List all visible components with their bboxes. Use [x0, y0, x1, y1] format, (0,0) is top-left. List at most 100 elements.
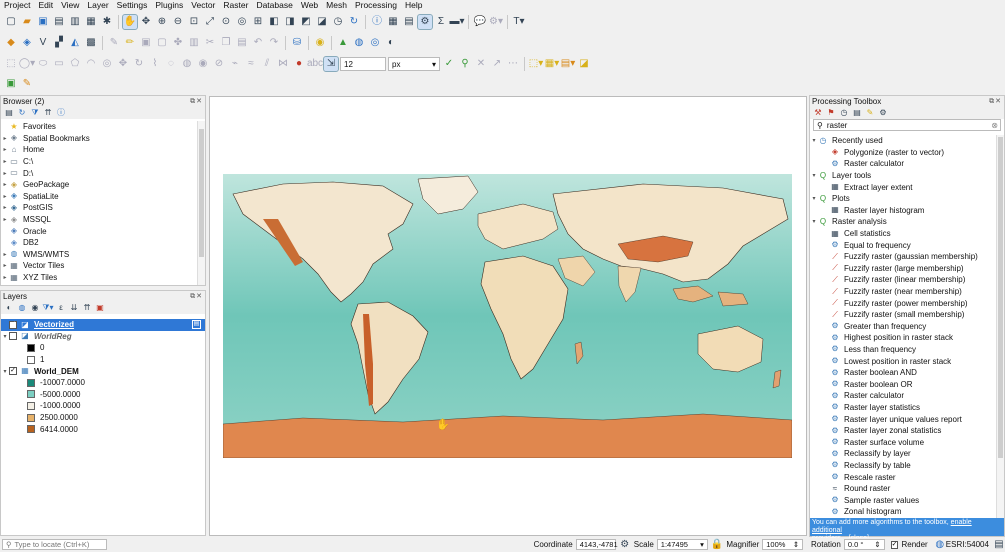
browser-item[interactable]: ◈ DB2	[1, 237, 197, 249]
python-icon[interactable]: ◉	[313, 36, 327, 50]
browser-item[interactable]: ▸ ▭ C:\	[1, 156, 197, 168]
browser-item[interactable]: ▸ ◈ PostGIS	[1, 202, 197, 214]
menu-help[interactable]: Help	[401, 0, 426, 11]
rectangle-icon[interactable]: ▭	[52, 57, 66, 71]
toolbox-algorithm[interactable]: ⚙ Highest position in raster stack	[810, 332, 996, 344]
remove-layer-icon[interactable]: ▣	[95, 303, 105, 313]
circle-icon[interactable]: ◯▾	[19, 57, 35, 71]
pan-icon[interactable]: ✋	[122, 14, 138, 30]
rotation-field[interactable]: 0.0 ° ⇕	[843, 539, 885, 550]
zoom-last-icon[interactable]: ◧	[267, 15, 281, 29]
expand-arrow-icon[interactable]: ▾	[810, 137, 818, 144]
zoom-full-icon[interactable]: ⤢	[203, 15, 217, 29]
style-manager-icon[interactable]: ✱	[100, 15, 114, 29]
toolbox-algorithm[interactable]: ⟋ Fuzzify raster (power membership)	[810, 297, 996, 309]
data-source-manager-icon[interactable]: ◆	[4, 36, 18, 50]
web-icon[interactable]: ◐	[384, 36, 398, 50]
menu-settings[interactable]: Settings	[113, 0, 152, 11]
open-project-icon[interactable]: ▰	[20, 15, 34, 29]
toolbox-algorithm[interactable]: ▦ Raster layer histogram	[810, 205, 996, 217]
save-edits-icon[interactable]: ▣	[139, 36, 153, 50]
properties-icon[interactable]: ⓘ	[56, 108, 66, 118]
menu-processing[interactable]: Processing	[351, 0, 401, 11]
crs-label[interactable]: ESRI:54004	[946, 540, 989, 549]
models-icon[interactable]: ⚒	[813, 108, 823, 118]
browser-scrollbar[interactable]	[197, 121, 205, 285]
results-viewer-icon[interactable]: ▤	[852, 108, 862, 118]
expand-arrow-icon[interactable]: ▾	[1, 333, 9, 340]
panel-float-close-icon[interactable]: ⧉✕	[190, 97, 203, 106]
toolbox-algorithm[interactable]: ⟋ Fuzzify raster (gaussian membership)	[810, 251, 996, 263]
map-tips-icon[interactable]: 💬	[473, 15, 487, 29]
delete-feature-icon[interactable]: ▥	[187, 36, 201, 50]
toolbox-group[interactable]: ▾ Q Raster analysis	[810, 216, 996, 228]
expand-arrow-icon[interactable]: ▸	[1, 251, 9, 258]
expand-arrow-icon[interactable]: ▸	[1, 181, 9, 188]
simplify-icon[interactable]: ⌇	[148, 57, 162, 71]
paste-feature-icon[interactable]: ▤	[235, 36, 249, 50]
menu-plugins[interactable]: Plugins	[151, 0, 187, 11]
legend-item[interactable]: -5000.0000	[1, 389, 205, 401]
browser-item[interactable]: ▸ ⌂ Home	[1, 144, 197, 156]
toolbox-algorithm[interactable]: ⚙ Rescale raster	[810, 471, 996, 483]
label-pin-icon[interactable]: ●	[292, 57, 306, 71]
reshape-icon[interactable]: ⌁	[228, 57, 242, 71]
save-project-icon[interactable]: ▣	[36, 15, 50, 29]
new-bookmark-icon[interactable]: ◩	[299, 15, 313, 29]
label-show-icon[interactable]: abc	[307, 57, 323, 71]
toolbox-group[interactable]: ▾ Q Plots	[810, 193, 996, 205]
toolbox-algorithm[interactable]: ⟋ Fuzzify raster (near membership)	[810, 286, 996, 298]
refresh-icon[interactable]: ↻	[17, 108, 27, 118]
layer-indicator-icon[interactable]: ▤	[192, 320, 201, 330]
menu-mesh[interactable]: Mesh	[322, 0, 351, 11]
warning-icon[interactable]: ▲	[336, 36, 350, 50]
map-canvas[interactable]: ✋	[209, 96, 807, 536]
toolbox-algorithm[interactable]: ⟋ Fuzzify raster (linear membership)	[810, 274, 996, 286]
add-wms-icon[interactable]: ▩	[84, 36, 98, 50]
menu-layer[interactable]: Layer	[83, 0, 112, 11]
filter-legend-icon[interactable]: ⧩▾	[42, 303, 53, 313]
toolbox-algorithm[interactable]: ⚙ Raster layer statistics	[810, 402, 996, 414]
menu-edit[interactable]: Edit	[34, 0, 57, 11]
vertex-tool-icon[interactable]: ✤	[171, 36, 185, 50]
undo-icon[interactable]: ↶	[251, 36, 265, 50]
expand-arrow-icon[interactable]: ▸	[1, 158, 9, 165]
edit-features-in-place-icon[interactable]: ✎	[865, 108, 875, 118]
zoom-out-icon[interactable]: ⊖	[171, 15, 185, 29]
collapse-all-icon[interactable]: ⇈	[43, 108, 53, 118]
annotation-icon[interactable]: ⚙▾	[489, 15, 503, 29]
rotate-feature-icon[interactable]: ↻	[132, 57, 146, 71]
add-group-icon[interactable]: ◍	[17, 303, 27, 313]
edit-pencil-icon[interactable]: ✏	[123, 36, 137, 50]
expand-arrow-icon[interactable]: ▾	[810, 172, 818, 179]
plugin-b-icon[interactable]: ✎	[20, 77, 34, 91]
zoom-next-icon[interactable]: ◨	[283, 15, 297, 29]
add-part-icon[interactable]: ◍	[180, 57, 194, 71]
snap-arrow-icon[interactable]: ↗	[490, 57, 504, 71]
snap-merge-icon[interactable]: ⋯	[506, 57, 520, 71]
identify-icon[interactable]: ⓘ	[370, 15, 384, 29]
expand-arrow-icon[interactable]: ▸	[1, 193, 9, 200]
toolbox-algorithm[interactable]: ⚙ Lowest position in raster stack	[810, 355, 996, 367]
browser-item[interactable]: ▸ ◈ MSSQL	[1, 214, 197, 226]
fill-ring-icon[interactable]: ◉	[196, 57, 210, 71]
legend-item[interactable]: -1000.0000	[1, 400, 205, 412]
toolbox-algorithm[interactable]: ⚙ Raster boolean OR	[810, 378, 996, 390]
redo-icon[interactable]: ↷	[267, 36, 281, 50]
add-mesh-icon[interactable]: ◭	[68, 36, 82, 50]
toolbox-search-input[interactable]: ⚲ raster ⊗	[813, 119, 1001, 131]
field-calculator-icon[interactable]: ▤	[402, 15, 416, 29]
panel-float-close-icon[interactable]: ⧉✕	[190, 292, 203, 301]
legend-item[interactable]: 2500.0000	[1, 412, 205, 424]
toolbox-group[interactable]: ▾ ◷ Recently used	[810, 135, 996, 147]
toolbox-algorithm[interactable]: ⚙ Less than frequency	[810, 344, 996, 356]
polygon-icon[interactable]: ⬠	[68, 57, 82, 71]
coordinate-toggle-icon[interactable]: ⚙	[619, 538, 631, 552]
attribute-table-icon[interactable]: ▦	[386, 15, 400, 29]
zoom-native-icon[interactable]: ⊞	[251, 15, 265, 29]
pan-to-selection-icon[interactable]: ✥	[139, 15, 153, 29]
move-feature-icon[interactable]: ✥	[116, 57, 130, 71]
history-icon[interactable]: ◷	[839, 108, 849, 118]
select-features-icon[interactable]: ⬚▾	[529, 57, 543, 71]
new-layer-icon[interactable]: ◈	[20, 36, 34, 50]
